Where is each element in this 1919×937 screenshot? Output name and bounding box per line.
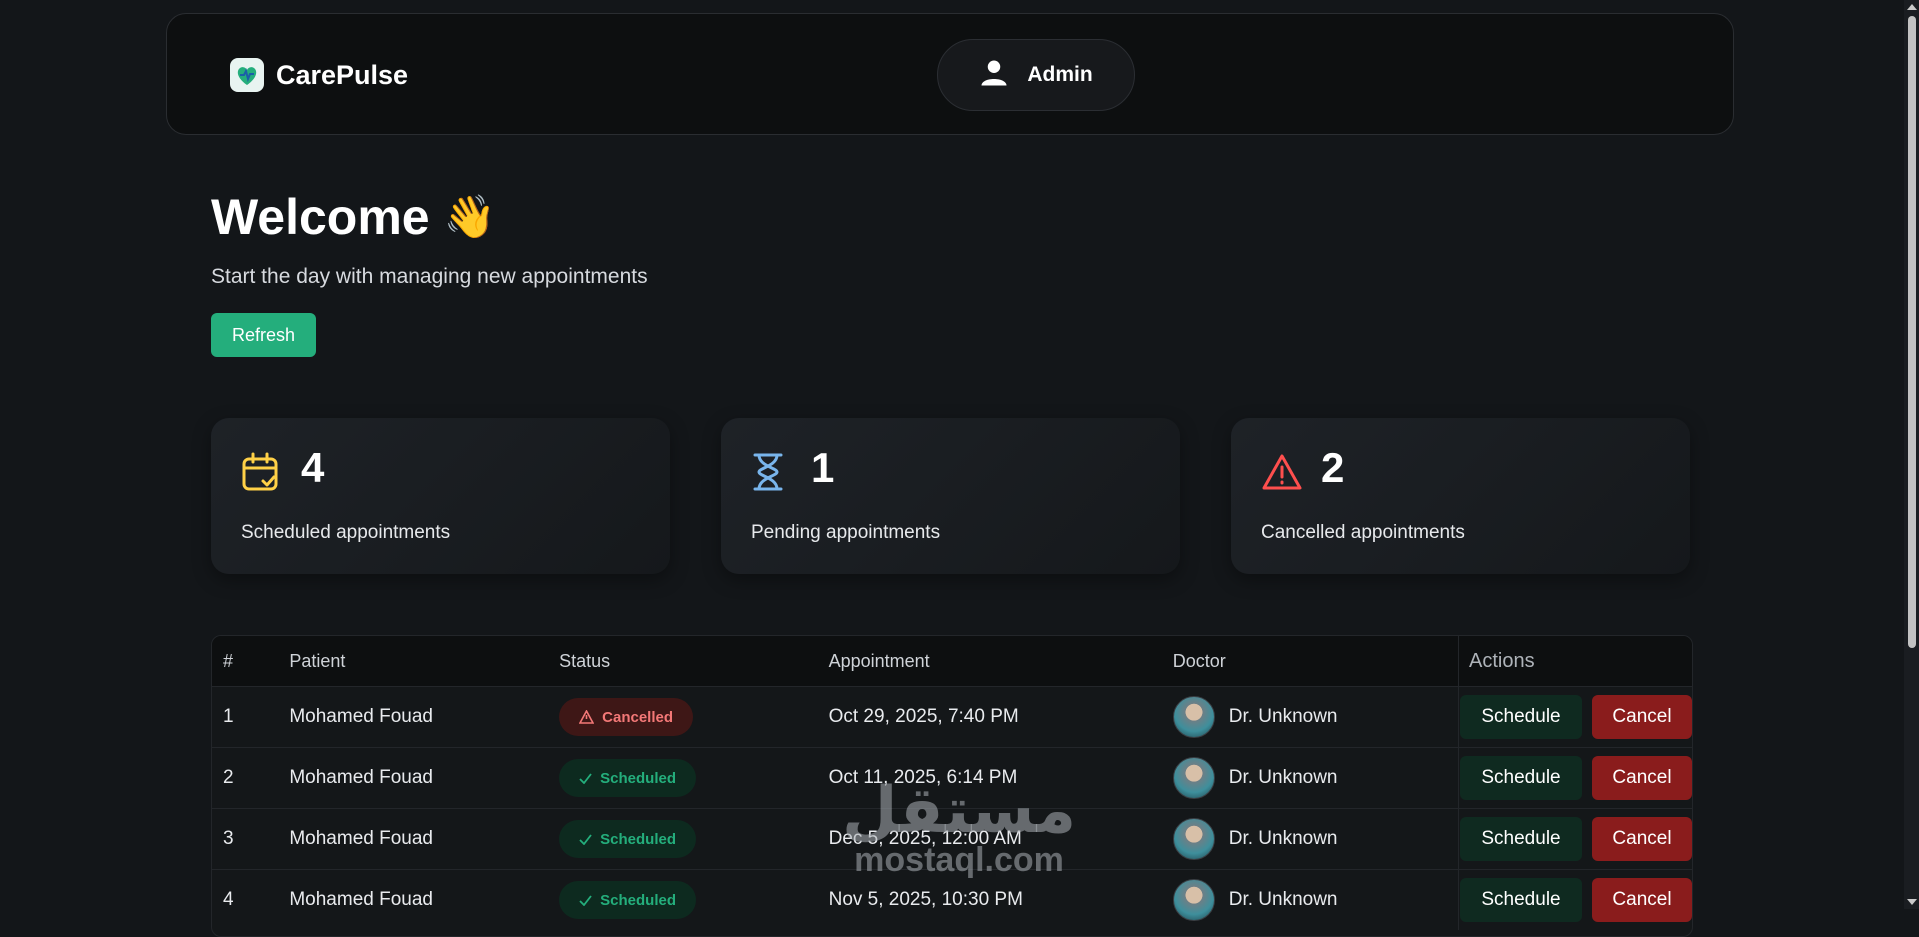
cancel-button[interactable]: Cancel xyxy=(1592,878,1692,922)
scroll-down-arrow-icon[interactable] xyxy=(1907,899,1917,905)
doctor-avatar xyxy=(1172,696,1215,738)
schedule-button[interactable]: Schedule xyxy=(1460,756,1582,800)
page-subtitle: Start the day with managing new appointm… xyxy=(211,265,648,288)
doctor-avatar xyxy=(1172,879,1215,921)
schedule-button[interactable]: Schedule xyxy=(1460,695,1582,739)
cancel-button[interactable]: Cancel xyxy=(1592,756,1692,800)
stat-card-cancelled: 2 Cancelled appointments xyxy=(1231,418,1690,574)
row-number: 3 xyxy=(212,808,290,870)
table-row: 1 Mohamed Fouad Cancelled Oct 29, 2025, … xyxy=(212,686,1692,748)
table-row: 4 Mohamed Fouad Scheduled Nov 5, 2025, 1… xyxy=(212,869,1692,930)
scheduled-count: 4 xyxy=(301,444,325,491)
doctor-cell: Dr. Unknown xyxy=(1172,696,1458,738)
doctor-name: Dr. Unknown xyxy=(1228,828,1338,849)
row-actions: Schedule Cancel xyxy=(1460,817,1692,861)
status-text: Scheduled xyxy=(600,830,677,848)
column-header-number: # xyxy=(212,636,290,687)
column-header-appointment: Appointment xyxy=(828,636,1173,687)
check-icon xyxy=(579,833,592,845)
patient-name: Mohamed Fouad xyxy=(289,808,560,870)
status-badge: Scheduled xyxy=(559,759,697,797)
doctor-cell: Dr. Unknown xyxy=(1172,757,1458,799)
user-icon xyxy=(979,58,1009,93)
patient-name: Mohamed Fouad xyxy=(289,747,560,809)
status-text: Cancelled xyxy=(602,708,674,726)
status-badge: Scheduled xyxy=(559,881,697,919)
page-scrollbar[interactable] xyxy=(1904,0,1919,909)
scrollbar-thumb[interactable] xyxy=(1908,16,1916,648)
cancelled-count: 2 xyxy=(1321,444,1345,491)
top-header: CarePulse Admin xyxy=(166,13,1734,135)
appointment-date: Nov 5, 2025, 10:30 PM xyxy=(828,869,1173,930)
doctor-cell: Dr. Unknown xyxy=(1172,879,1458,921)
page-title: Welcome 👋 xyxy=(211,188,496,246)
refresh-button[interactable]: Refresh xyxy=(211,313,316,357)
patient-name: Mohamed Fouad xyxy=(289,686,560,748)
table-row: 3 Mohamed Fouad Scheduled Dec 5, 2025, 1… xyxy=(212,808,1692,870)
column-header-patient: Patient xyxy=(289,636,560,687)
scheduled-label: Scheduled appointments xyxy=(241,522,451,543)
status-badge: Cancelled xyxy=(559,698,694,736)
row-actions: Schedule Cancel xyxy=(1460,878,1692,922)
doctor-name: Dr. Unknown xyxy=(1228,706,1338,727)
status-badge: Scheduled xyxy=(559,820,697,858)
doctor-avatar xyxy=(1172,818,1215,860)
row-number: 4 xyxy=(212,869,290,930)
pending-label: Pending appointments xyxy=(751,522,941,543)
check-icon xyxy=(579,772,592,784)
column-header-doctor: Doctor xyxy=(1172,636,1459,687)
doctor-name: Dr. Unknown xyxy=(1228,767,1338,788)
warning-icon xyxy=(579,710,595,724)
table-row: 2 Mohamed Fouad Scheduled Oct 11, 2025, … xyxy=(212,747,1692,809)
calendar-check-icon xyxy=(241,452,279,497)
stat-card-pending: 1 Pending appointments xyxy=(721,418,1180,574)
row-number: 1 xyxy=(212,686,290,748)
status-text: Scheduled xyxy=(600,769,677,787)
check-icon xyxy=(579,894,592,906)
appointments-table: # Patient Status Appointment Doctor Acti… xyxy=(211,635,1693,937)
stat-card-scheduled: 4 Scheduled appointments xyxy=(211,418,670,574)
scroll-up-arrow-icon[interactable] xyxy=(1907,4,1917,10)
carepulse-logo-icon xyxy=(230,58,264,92)
hourglass-icon xyxy=(751,452,785,497)
pending-count: 1 xyxy=(811,444,835,491)
schedule-button[interactable]: Schedule xyxy=(1460,817,1582,861)
schedule-button[interactable]: Schedule xyxy=(1460,878,1582,922)
cancelled-label: Cancelled appointments xyxy=(1261,522,1465,543)
patient-name: Mohamed Fouad xyxy=(289,869,560,930)
column-header-status: Status xyxy=(559,636,829,687)
appointment-date: Dec 5, 2025, 12:00 AM xyxy=(828,808,1173,870)
column-header-actions: Actions xyxy=(1458,636,1692,687)
appointment-date: Oct 29, 2025, 7:40 PM xyxy=(828,686,1173,748)
admin-label: Admin xyxy=(1027,63,1093,86)
appointment-date: Oct 11, 2025, 6:14 PM xyxy=(828,747,1173,809)
doctor-name: Dr. Unknown xyxy=(1228,889,1338,910)
cancel-button[interactable]: Cancel xyxy=(1592,817,1692,861)
welcome-title: Welcome xyxy=(211,189,430,245)
table-header-row: # Patient Status Appointment Doctor Acti… xyxy=(212,636,1692,687)
row-actions: Schedule Cancel xyxy=(1460,695,1692,739)
brand-name: CarePulse xyxy=(276,59,409,90)
row-actions: Schedule Cancel xyxy=(1460,756,1692,800)
admin-user-pill[interactable]: Admin xyxy=(937,39,1135,111)
cancel-button[interactable]: Cancel xyxy=(1592,695,1692,739)
row-number: 2 xyxy=(212,747,290,809)
doctor-cell: Dr. Unknown xyxy=(1172,818,1458,860)
doctor-avatar xyxy=(1172,757,1215,799)
warning-icon xyxy=(1261,452,1303,497)
waving-hand-icon: 👋 xyxy=(443,192,496,240)
brand-logo[interactable]: CarePulse xyxy=(230,58,408,92)
status-text: Scheduled xyxy=(600,891,677,909)
